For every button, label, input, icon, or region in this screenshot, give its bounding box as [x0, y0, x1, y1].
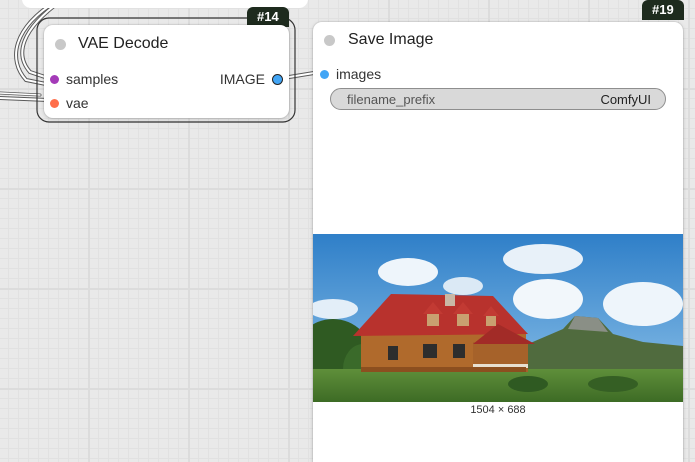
output-slot-image[interactable]: IMAGE: [220, 71, 283, 87]
slot-dot-icon[interactable]: [50, 74, 59, 84]
slot-label: IMAGE: [219, 71, 265, 87]
vae-decode-node[interactable]: VAE Decode samples vae IMAGE: [44, 25, 289, 118]
image-preview[interactable]: [313, 234, 683, 402]
slot-label: vae: [66, 95, 89, 111]
input-slot-samples[interactable]: samples: [50, 71, 118, 87]
node-id-badge: #14: [247, 7, 289, 27]
filename-prefix-widget[interactable]: filename_prefix ComfyUI: [330, 88, 666, 110]
collapse-dot-icon[interactable]: [55, 38, 66, 50]
collapse-dot-icon[interactable]: [324, 34, 335, 46]
widget-value: ComfyUI: [600, 92, 651, 107]
input-slot-images[interactable]: images: [320, 66, 381, 82]
slot-dot-icon[interactable]: [272, 73, 283, 85]
node-title-bar[interactable]: Save Image: [313, 22, 683, 58]
slot-dot-icon[interactable]: [50, 98, 59, 108]
slot-dot-icon[interactable]: [320, 69, 329, 79]
slot-label: samples: [66, 71, 119, 87]
widget-label: filename_prefix: [347, 92, 436, 107]
save-image-node[interactable]: Save Image images filename_prefix ComfyU…: [313, 22, 683, 462]
node-title: VAE Decode: [78, 35, 169, 52]
image-size-caption: 1504 × 688: [470, 404, 526, 416]
node-title-bar[interactable]: VAE Decode: [44, 25, 289, 63]
input-slot-vae[interactable]: vae: [50, 95, 89, 111]
node-id-badge: #19: [642, 0, 684, 20]
node-title: Save Image: [348, 31, 434, 48]
house-photo: [313, 234, 683, 402]
slot-label: images: [336, 66, 382, 82]
